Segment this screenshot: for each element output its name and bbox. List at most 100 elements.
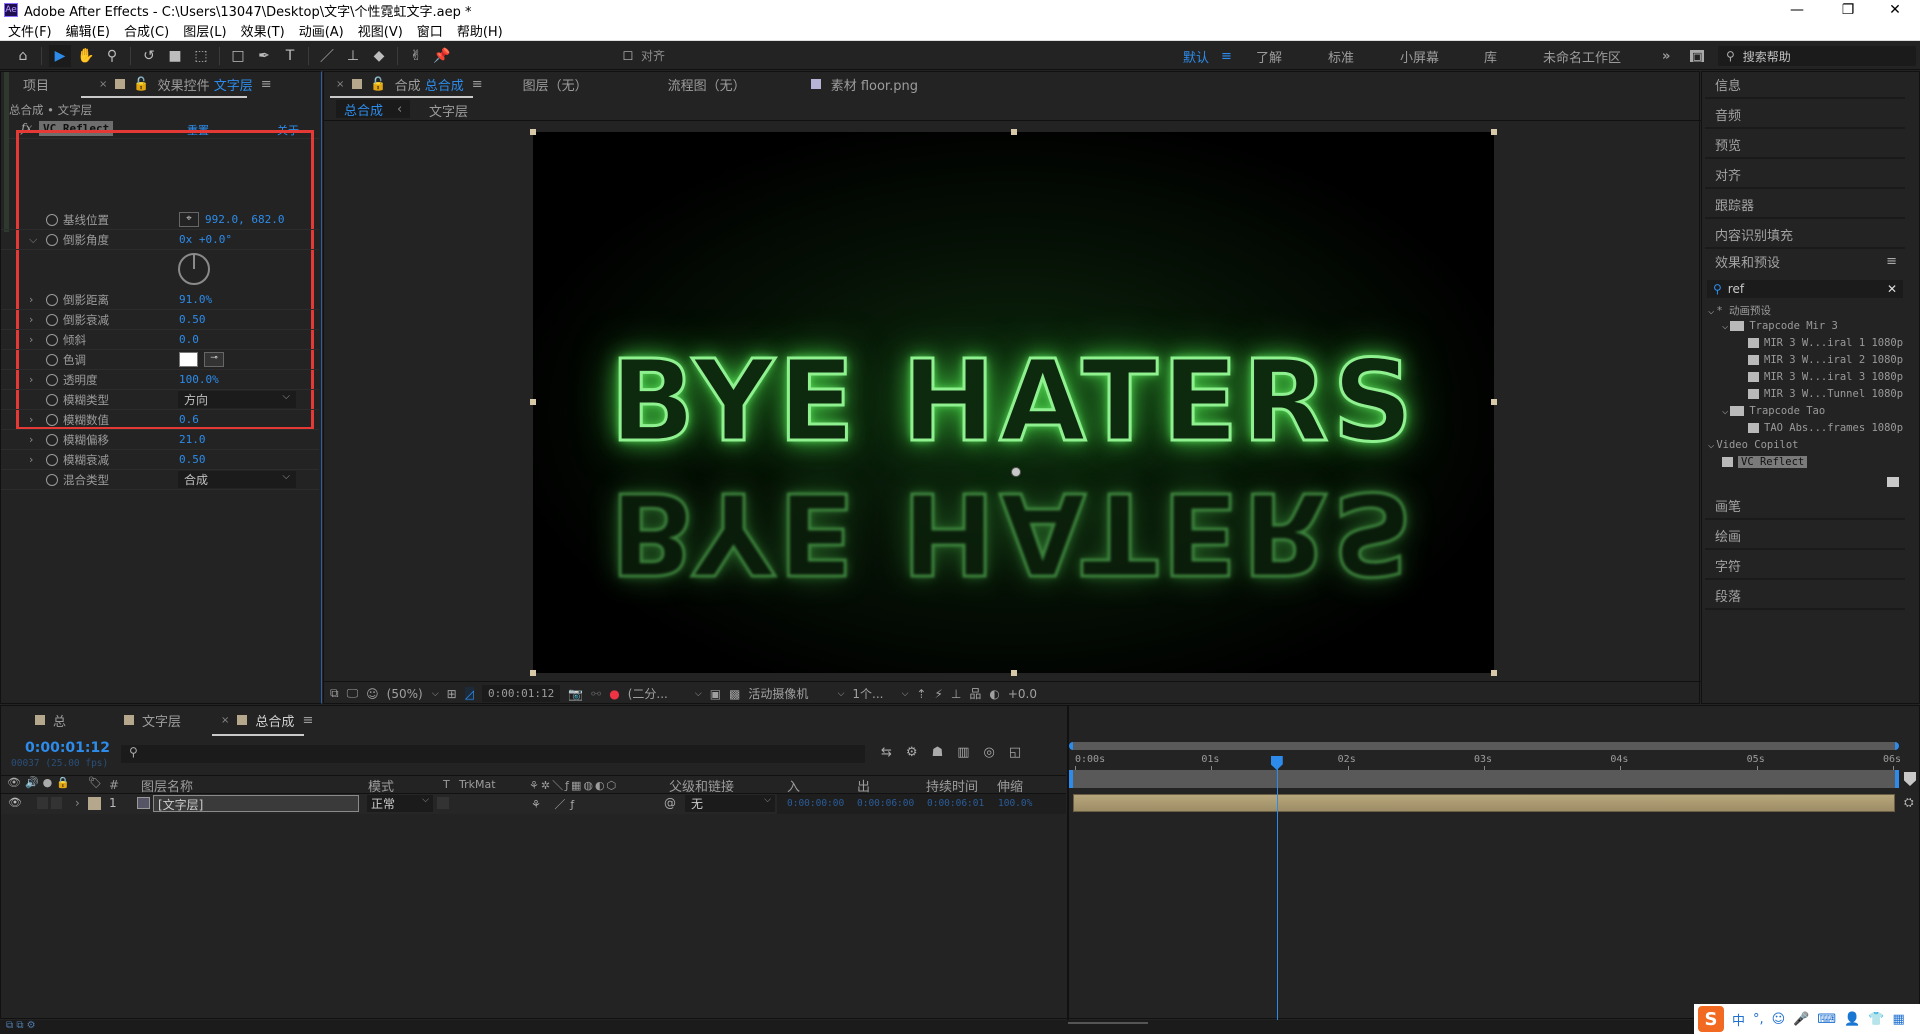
frame-blending-icon[interactable]: ▥ [957, 745, 969, 760]
brush-tool-icon[interactable]: ／ [316, 45, 338, 67]
emoji-icon[interactable]: ☺ [1772, 1012, 1786, 1027]
eraser-tool-icon[interactable]: ◆ [368, 45, 390, 67]
col-layer-name[interactable]: 图层名称 [141, 776, 193, 795]
property-dropdown[interactable]: 方向 [178, 391, 296, 408]
menu-edit[interactable]: 编辑(E) [66, 21, 110, 40]
trkmat-toggle[interactable] [437, 797, 449, 809]
chevron-right-icon[interactable]: › [29, 373, 33, 386]
menu-file[interactable]: 文件(F) [8, 21, 52, 40]
stopwatch-icon[interactable] [46, 333, 58, 346]
layer-label-color[interactable] [88, 797, 101, 810]
timeline-search-input[interactable]: ⚲ [121, 745, 865, 763]
restore-button[interactable]: ❐ [1825, 0, 1871, 20]
region-of-interest-icon[interactable]: ▣ [710, 687, 721, 701]
panel-menu-icon[interactable]: ≡ [302, 713, 313, 728]
microphone-icon[interactable]: 🎤 [1793, 1012, 1809, 1027]
timeline-tab-0[interactable]: 总 [27, 711, 66, 730]
type-tool-icon[interactable]: T [279, 45, 301, 67]
transform-handle[interactable] [1491, 670, 1497, 676]
mask-path-icon[interactable]: ◿ [464, 686, 474, 701]
transform-handle[interactable] [1011, 670, 1017, 676]
property-value[interactable]: 0x +0.0° [179, 233, 232, 246]
camera-tool-icon[interactable]: ■ [164, 45, 186, 67]
puppet-pin-tool-icon[interactable]: 📌 [431, 45, 453, 67]
tree-item[interactable]: MIR 3 W...Tunnel 1080p [1748, 388, 1903, 400]
layer-duration-bar[interactable] [1073, 794, 1895, 812]
transform-handle[interactable] [1491, 399, 1497, 405]
clear-search-icon[interactable]: ✕ [1887, 282, 1897, 296]
monitor-icon[interactable]: 🖵 [347, 686, 359, 701]
stopwatch-icon[interactable] [46, 433, 58, 446]
new-preset-icon[interactable] [1887, 477, 1899, 487]
menu-window[interactable]: 窗口 [417, 21, 443, 40]
shy-layers-icon[interactable]: ☗ [932, 745, 944, 760]
draft-3d-icon[interactable]: ⚙ [906, 745, 918, 760]
title-safe-icon[interactable]: ⊞ [447, 687, 457, 701]
chevron-down-icon[interactable]: ⌵ [29, 233, 37, 247]
timeline-current-time[interactable]: 0:00:01:12 [25, 740, 110, 756]
zoom-tool-icon[interactable]: ⚲ [101, 45, 123, 67]
property-value[interactable]: 992.0, 682.0 [205, 213, 284, 226]
tree-item[interactable]: MIR 3 W...iral 2 1080p [1748, 354, 1903, 366]
stopwatch-icon[interactable] [46, 313, 58, 326]
timeline-tab-1[interactable]: 文字层 [116, 711, 181, 730]
angle-dial[interactable] [178, 253, 210, 285]
workspace-small-screen[interactable]: 小屏幕 [1400, 42, 1439, 70]
align-checkbox-icon[interactable]: ☐ [617, 45, 639, 67]
graph-editor-icon[interactable]: ◱ [1009, 745, 1021, 760]
punctuation-icon[interactable]: °, [1753, 1012, 1764, 1027]
menu-view[interactable]: 视图(V) [358, 21, 403, 40]
lock-icon[interactable]: 🔓 [133, 77, 149, 92]
always-preview-icon[interactable]: ⧉ [330, 686, 339, 701]
color-swatch[interactable] [179, 352, 198, 367]
flowchart-icon[interactable]: 品 [969, 685, 981, 702]
comp-mini-flowchart-icon[interactable]: ⇆ [881, 745, 892, 760]
pickwhip-icon[interactable]: @ [664, 796, 676, 810]
transparency-grid-icon[interactable]: ▩ [729, 687, 740, 701]
panel-item-2[interactable]: 预览 [1705, 131, 1905, 159]
transform-handle[interactable] [1011, 129, 1017, 135]
menu-help[interactable]: 帮助(H) [457, 21, 503, 40]
panel-item-bottom-3[interactable]: 段落 [1705, 582, 1905, 610]
panel-item-bottom-1[interactable]: 绘画 [1705, 522, 1905, 550]
roto-brush-tool-icon[interactable]: ✌ [405, 45, 427, 67]
panel-item-1[interactable]: 音频 [1705, 101, 1905, 129]
current-time-display[interactable]: 0:00:01:12 [481, 685, 561, 702]
show-snapshot-icon[interactable]: ⚯ [591, 687, 601, 701]
stopwatch-icon[interactable] [46, 473, 58, 486]
chevron-right-icon[interactable]: › [29, 453, 33, 466]
effects-presets-header[interactable]: 效果和预设 ≡ [1705, 247, 1905, 275]
tree-item[interactable]: VC Reflect [1722, 456, 1808, 468]
view-layout-dropdown[interactable]: 1个... ⌵ [852, 685, 908, 702]
stopwatch-icon[interactable] [46, 413, 58, 426]
chevron-down-icon[interactable]: ⌵ [1722, 405, 1728, 417]
skin-icon[interactable]: 👕 [1868, 1012, 1884, 1027]
camera-dropdown[interactable]: 活动摄像机 ⌵ [748, 685, 844, 702]
toggle-pixel-aspect-icon[interactable]: ⇡ [916, 687, 926, 701]
breadcrumb-next[interactable]: 文字层 [429, 101, 468, 120]
tree-item[interactable]: ⌵ Trapcode Tao [1722, 405, 1825, 417]
chevron-right-icon[interactable]: › [29, 293, 33, 306]
panel-item-5[interactable]: 内容识别填充 [1705, 221, 1905, 249]
property-value[interactable]: 0.0 [179, 333, 199, 346]
anchor-point-handle[interactable] [1011, 467, 1021, 477]
stopwatch-icon[interactable] [46, 453, 58, 466]
transform-handle[interactable] [530, 399, 536, 405]
lock-icon[interactable]: 🔓 [370, 77, 386, 92]
home-icon[interactable]: ⌂ [12, 45, 34, 67]
tab-flowchart[interactable]: 流程图（无） [668, 75, 746, 94]
transform-handle[interactable] [530, 129, 536, 135]
panel-item-0[interactable]: 信息 [1705, 71, 1905, 99]
sync-settings-icon[interactable]: ▣ [1690, 50, 1705, 63]
transform-handle[interactable] [530, 670, 536, 676]
workspace-unnamed[interactable]: 未命名工作区 [1543, 42, 1621, 70]
chevron-right-icon[interactable]: › [29, 413, 33, 426]
chevron-down-icon[interactable]: ⌵ [1722, 320, 1728, 332]
timeline-layer-row[interactable]: 👁 › 1 [文字层] 正常 ⌵ ⚘ ／ƒ @ 无 ⌵ 0:00:00:00 0:0… [1, 794, 1066, 814]
layer-switches[interactable]: ⚘ ／ƒ [531, 796, 579, 812]
pan-behind-tool-icon[interactable]: ⬚ [190, 45, 212, 67]
tab-composition[interactable]: 合成 总合成 [395, 75, 464, 94]
layer-duration[interactable]: 0:00:06:01 [927, 798, 984, 809]
transform-handle[interactable] [1491, 129, 1497, 135]
panel-item-3[interactable]: 对齐 [1705, 161, 1905, 189]
